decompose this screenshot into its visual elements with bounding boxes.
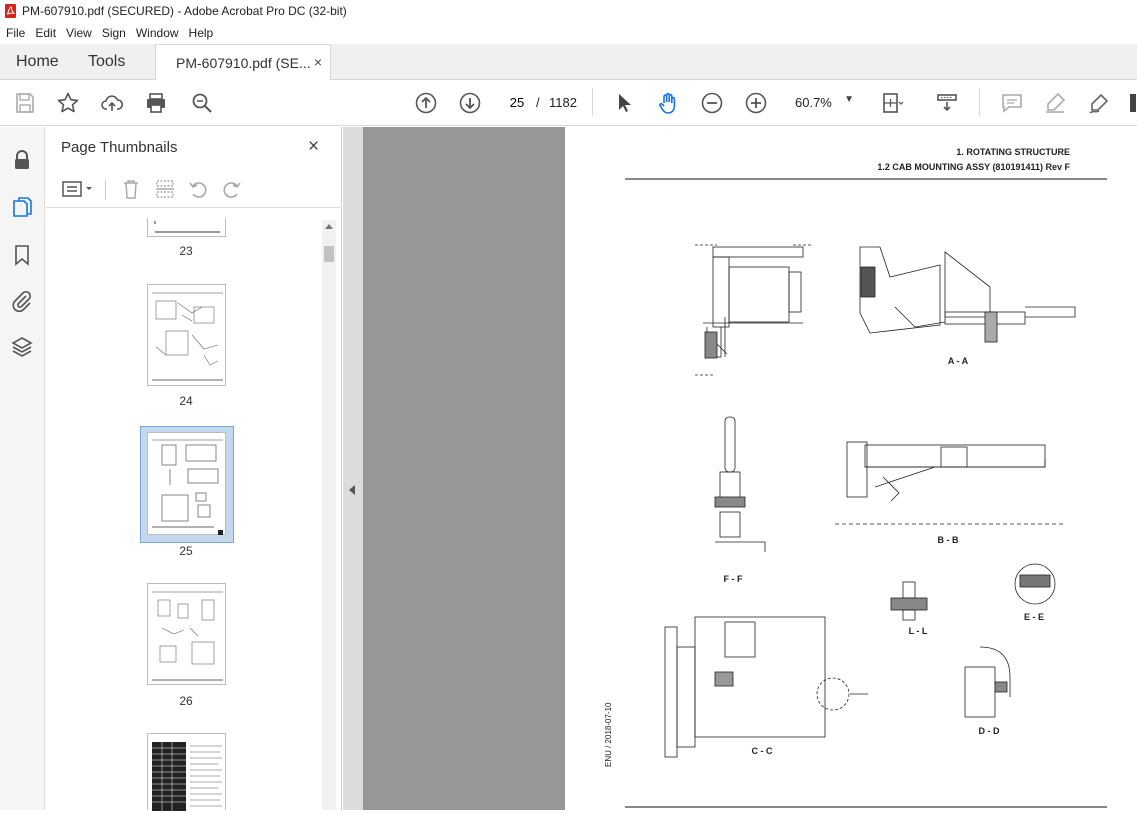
acrobat-pdf-icon [4,4,18,18]
menu-view[interactable]: View [66,26,92,40]
thumbnail-page-number: 23 [179,244,193,258]
zoom-out-icon[interactable] [700,91,724,115]
layers-icon[interactable] [10,335,34,359]
thumbnail-page[interactable] [147,218,226,237]
highlight-icon[interactable] [1043,91,1067,115]
thumbnail-page[interactable] [147,583,226,685]
thumbnail-page[interactable] [147,733,226,811]
page-header-line2: 1.2 CAB MOUNTING ASSY (810191411) Rev F [877,162,1070,172]
view-caption-bb: B - B [938,535,959,545]
tab-document[interactable]: PM-607910.pdf (SE... × [155,44,331,81]
side-date-stamp: ENU / 2018-07-10 [604,702,613,767]
delete-icon[interactable] [120,178,142,200]
view-caption-cc: C - C [752,746,773,756]
hand-tool-icon[interactable] [656,91,680,115]
thumbnail-page-number: 25 [179,544,193,558]
zoom-level-dropdown[interactable]: 60.7% ▼ [786,90,858,114]
close-tab-icon[interactable]: × [314,54,322,70]
tab-document-label: PM-607910.pdf (SE... [176,55,311,71]
tab-home[interactable]: Home [16,44,59,80]
drawing-view-cc [664,616,868,758]
zoom-level-value: 60.7% [795,95,832,110]
drawing-view-aa [859,246,1076,343]
document-page[interactable]: 1. ROTATING STRUCTURE 1.2 CAB MOUNTING A… [565,127,1137,810]
toolbar-divider [979,88,980,116]
left-rail [0,127,45,810]
print-icon[interactable] [144,91,168,115]
rotate-right-icon[interactable] [221,178,243,200]
page-total: 1182 [549,95,577,110]
scrollbar-thumb[interactable] [324,246,334,262]
drawing-view-ee [1014,563,1056,605]
window-title: PM-607910.pdf (SECURED) - Adobe Acrobat … [22,4,347,18]
star-icon[interactable] [56,91,80,115]
more-tools-icon[interactable] [1128,91,1137,115]
tab-tools[interactable]: Tools [88,44,125,80]
bookmark-icon[interactable] [10,243,34,267]
lock-icon[interactable] [10,148,34,172]
thumbnail-page-number: 24 [179,394,193,408]
thumbnail-options-icon[interactable] [61,178,95,200]
view-caption-ee: E - E [1024,612,1044,622]
menu-window[interactable]: Window [136,26,179,40]
tab-bar: Home Tools PM-607910.pdf (SE... × [0,44,1137,81]
view-caption-dd: D - D [979,726,1000,736]
menu-help[interactable]: Help [189,26,214,40]
thumbnail-page-selected[interactable] [147,432,226,535]
view-caption-ff: F - F [724,574,743,584]
drawing-view-dd [964,646,1011,718]
find-zoom-icon[interactable] [190,91,214,115]
drawing-view-bb [835,441,1065,525]
title-bar: PM-607910.pdf (SECURED) - Adobe Acrobat … [0,0,1137,22]
next-page-icon[interactable] [458,91,482,115]
chevron-down-icon: ▼ [844,94,854,105]
drawing-view-top-left [695,244,811,376]
comment-icon[interactable] [1000,91,1024,115]
menu-file[interactable]: File [6,26,25,40]
close-panel-icon[interactable]: × [308,136,319,158]
attachment-icon[interactable] [10,289,34,313]
thumbnail-scrollbar[interactable] [322,220,336,810]
prev-page-icon[interactable] [414,91,438,115]
view-caption-ll: L - L [909,626,928,636]
view-caption-aa: A - A [948,356,969,366]
thumbnail-toolbar [46,170,342,208]
page-number-input[interactable] [499,90,535,114]
page-separator: / [536,95,540,110]
scroll-up-icon[interactable] [325,224,333,229]
collapse-arrow-icon[interactable] [349,485,355,495]
sign-icon[interactable] [1087,91,1111,115]
scroll-mode-icon[interactable] [935,91,959,115]
page-thumbnails-panel: Page Thumbnails × 23 24 25 26 [46,127,342,811]
zoom-in-icon[interactable] [744,91,768,115]
rotate-left-icon[interactable] [187,178,209,200]
page-thumbnails-icon[interactable] [10,195,34,219]
save-icon[interactable] [13,91,37,115]
drawing-view-ff [714,416,766,552]
menu-sign[interactable]: Sign [102,26,126,40]
extract-pages-icon[interactable] [154,178,176,200]
page-fit-icon[interactable] [880,91,904,115]
menu-bar: File Edit View Sign Window Help [0,22,1137,44]
page-header-line1: 1. ROTATING STRUCTURE [956,147,1070,157]
panel-collapse-handle[interactable] [343,127,363,810]
toolbar-divider [592,88,593,116]
menu-edit[interactable]: Edit [35,26,56,40]
panel-title: Page Thumbnails [61,139,178,156]
thumbnail-page-number: 26 [179,694,193,708]
select-arrow-icon[interactable] [612,91,636,115]
toolbar-divider [105,180,106,200]
thumbnail-page[interactable] [147,284,226,386]
upload-cloud-icon[interactable] [100,91,124,115]
drawing-view-ll [890,581,928,621]
